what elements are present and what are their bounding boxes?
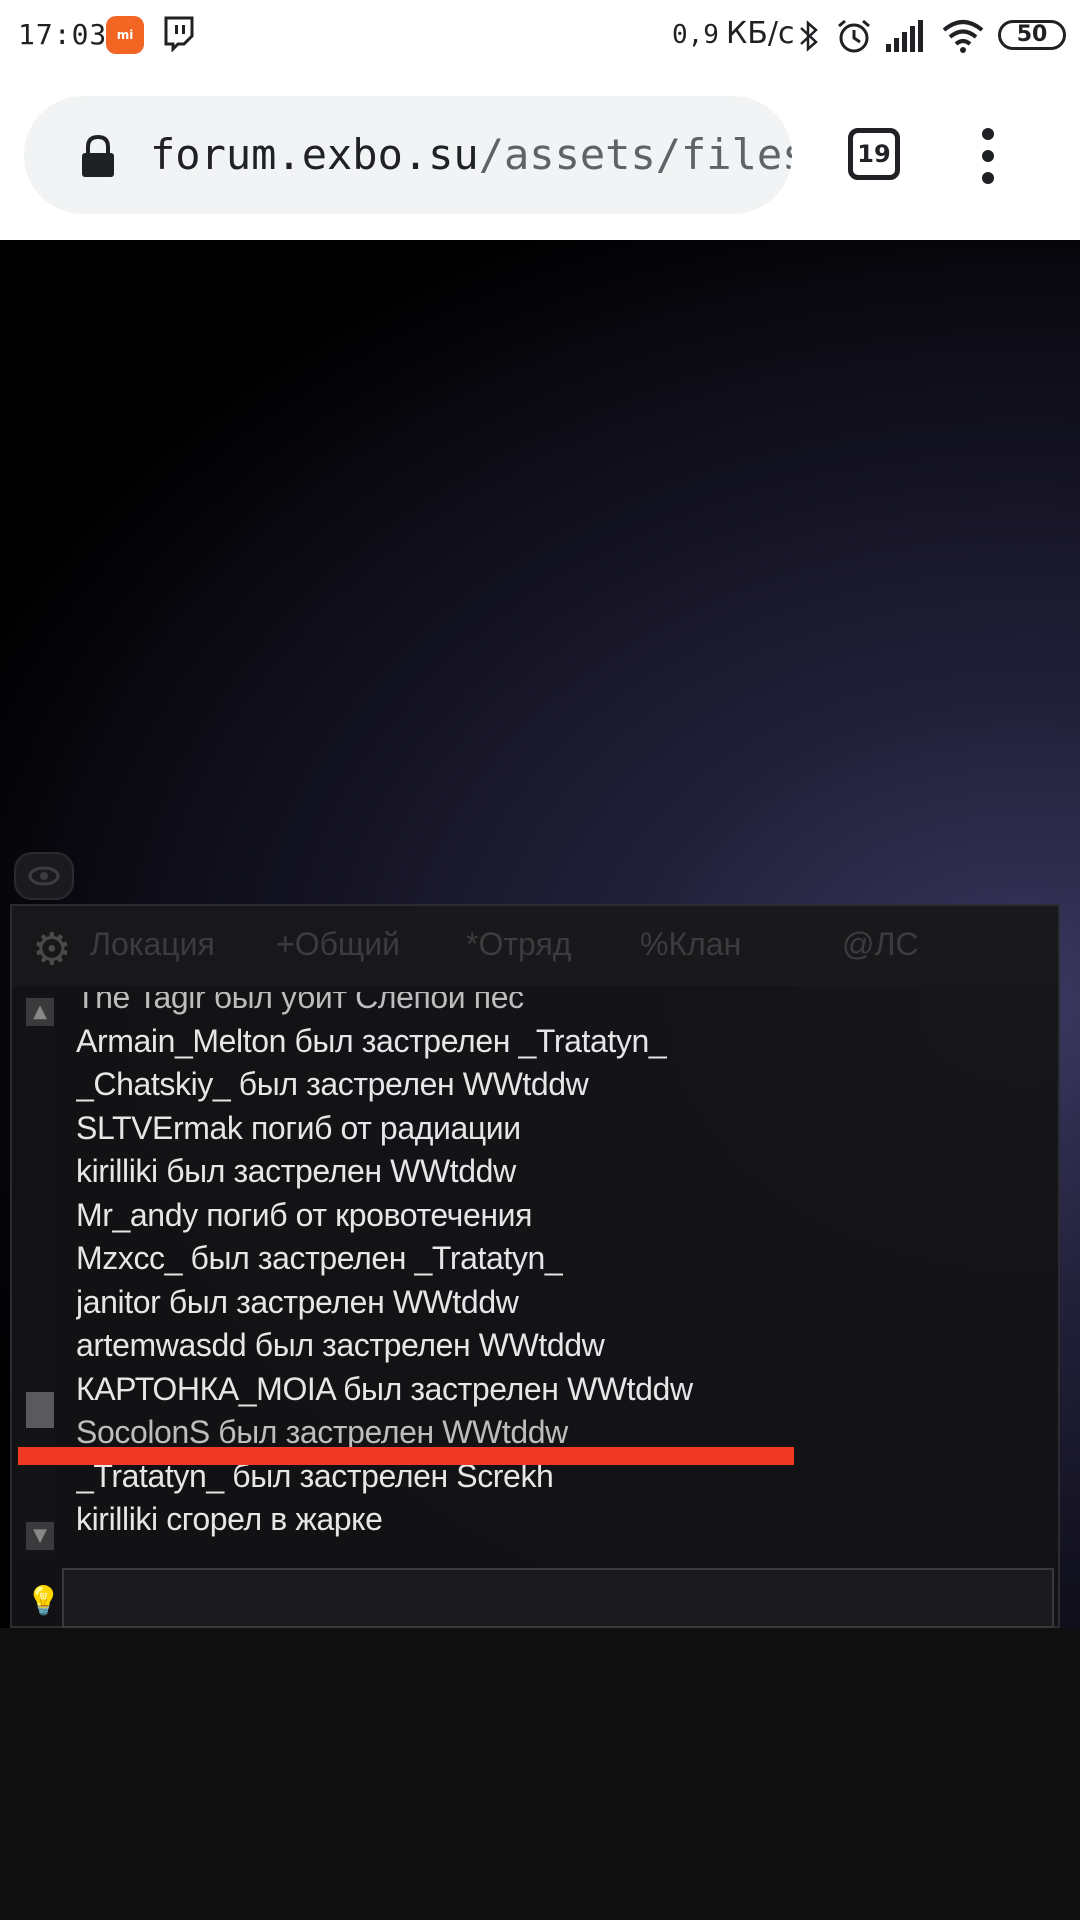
url-host: forum.exbo.su [150,130,479,179]
overflow-menu-icon[interactable] [980,128,996,184]
image-viewer: ⚙ Локация +Общий *Отряд %Клан @ЛС ▲ ▼ Th… [0,240,1080,1628]
scroll-thumb [26,1392,54,1428]
tab-switcher-button[interactable]: 19 [848,128,900,180]
chat-scrollbar: ▲ ▼ [18,994,54,1554]
alarm-icon [838,19,870,53]
tab-general: +Общий [276,926,400,962]
tab-clan: %Клан [640,926,742,962]
scroll-down-icon: ▼ [26,1522,54,1550]
chat-tabs: ⚙ Локация +Общий *Отряд %Клан @ЛС [12,906,1058,986]
gear-icon: ⚙ [32,924,72,975]
clock: 17:03 [18,18,108,51]
twitch-icon [164,16,194,52]
tab-location: Локация [90,926,215,962]
bluetooth-icon [800,20,818,52]
net-speed-unit: КБ/с [726,16,795,51]
tab-private: @ЛС [842,926,919,962]
chat-message: artemwasdd был застрелен WWtddw [76,1327,605,1363]
chat-message: SLTVErmak погиб от радиации [76,1109,521,1146]
battery-icon: 50 [998,20,1066,50]
chat-message: The Tagir был убит Слепой пес [76,992,524,1015]
lightbulb-icon: 💡 [26,1584,61,1617]
wifi-icon [942,20,984,53]
chat-message: Armain_Melton был застрелен _Tratatyn_ [76,1022,667,1059]
chat-message: _Chatskiy_ был застрелен WWtddw [76,1066,589,1102]
status-bar: 17:03 mi 0,9 КБ/с 50 [0,0,1080,72]
chat-message: Mzxcc_ был застрелен _Tratatyn_ [76,1240,563,1276]
chat-message: kirilliki был застрелен WWtddw [76,1153,516,1189]
red-underline-annotation [18,1447,794,1465]
chat-messages: The Tagir был убит Слепой пес Armain_Mel… [76,992,1036,1562]
game-chat-panel: ⚙ Локация +Общий *Отряд %Клан @ЛС ▲ ▼ Th… [10,904,1060,1628]
browser-toolbar: forum.exbo.su/assets/files/202 19 [0,72,1080,240]
tab-squad: *Отряд [466,926,572,962]
mi-app-icon: mi [106,16,144,54]
address-bar[interactable]: forum.exbo.su/assets/files/202 [24,96,792,214]
url-text: forum.exbo.su/assets/files/202 [150,130,792,179]
chat-message: Mr_andy погиб от кровотечения [76,1196,533,1233]
chat-message: janitor был застрелен WWtddw [76,1283,519,1320]
chat-message: kirilliki сгорел в жарке [76,1501,383,1537]
chat-input-field [62,1568,1054,1628]
chat-message-highlighted: КАРТОНКА_MOIA был застрелен WWtddw [76,1370,693,1407]
lock-icon [82,134,114,177]
scroll-up-icon: ▲ [26,998,54,1026]
signal-icon [886,20,923,52]
net-speed-value: 0,9 [672,20,719,50]
eye-icon [14,852,74,900]
url-path: /assets/files/202 [478,130,792,179]
